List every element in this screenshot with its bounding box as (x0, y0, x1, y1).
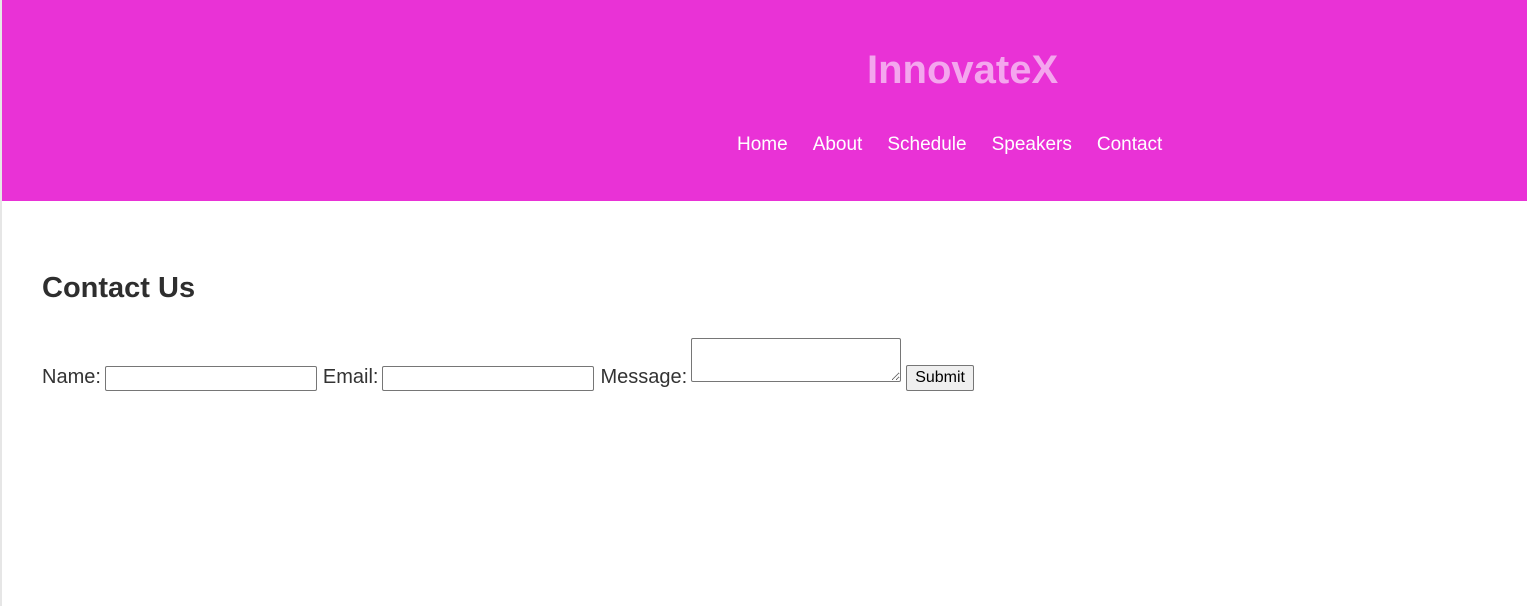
submit-button[interactable]: Submit (906, 365, 974, 391)
email-label: Email: (322, 366, 379, 388)
contact-section: Contact Us (42, 268, 195, 308)
nav-link-contact[interactable]: Contact (1097, 132, 1162, 158)
name-label: Name: (42, 366, 101, 388)
message-label: Message: (600, 366, 688, 388)
nav-link-about[interactable]: About (813, 132, 863, 158)
contact-heading: Contact Us (42, 272, 196, 304)
email-input[interactable] (382, 366, 595, 391)
contact-form: Name: Email: Message: Submit (42, 338, 974, 391)
message-textarea[interactable] (691, 338, 902, 382)
main-nav: Home About Schedule Speakers Contact (737, 132, 1187, 158)
name-input[interactable] (104, 366, 317, 391)
page: InnovateX Home About Schedule Speakers C… (0, 0, 1527, 606)
nav-link-schedule[interactable]: Schedule (887, 132, 966, 158)
nav-link-speakers[interactable]: Speakers (992, 132, 1072, 158)
site-header: InnovateX Home About Schedule Speakers C… (2, 0, 1527, 201)
site-title: InnovateX (867, 48, 1059, 92)
nav-link-home[interactable]: Home (737, 132, 788, 158)
